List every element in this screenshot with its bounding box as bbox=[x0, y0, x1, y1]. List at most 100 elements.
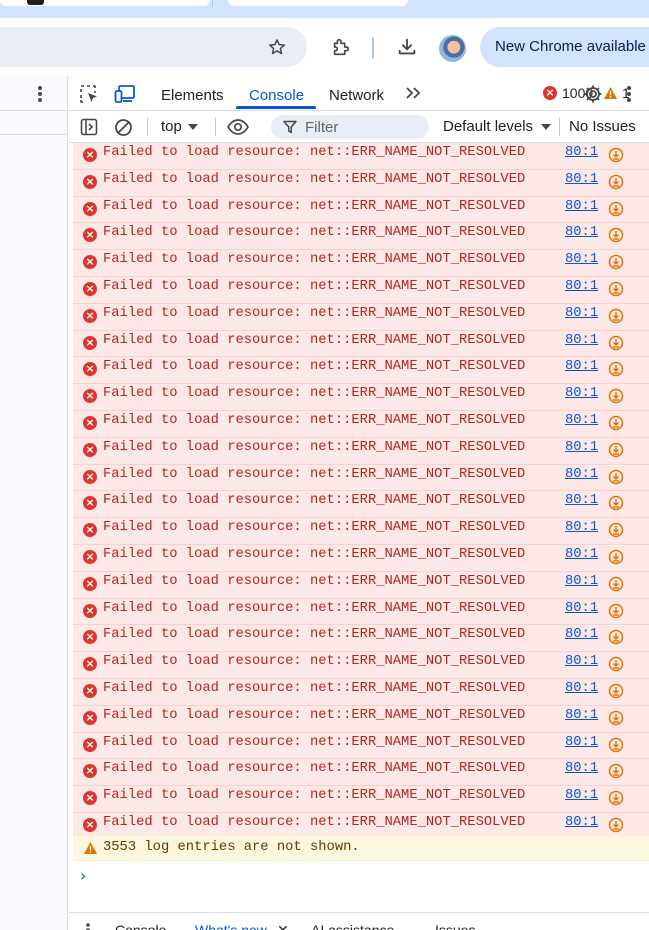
log-row[interactable]: × Failed to load resource: net::ERR_NAME_… bbox=[73, 223, 649, 251]
ai-insights-icon[interactable] bbox=[608, 147, 624, 163]
log-row[interactable]: × Failed to load resource: net::ERR_NAME_… bbox=[73, 571, 649, 599]
extensions-icon[interactable] bbox=[325, 31, 357, 63]
drawer-tab-console[interactable]: Console bbox=[115, 922, 166, 930]
log-row[interactable]: × Failed to load resource: net::ERR_NAME_… bbox=[73, 678, 649, 706]
ai-insights-icon[interactable] bbox=[608, 629, 624, 645]
source-link[interactable]: 80:1 bbox=[565, 279, 598, 294]
source-link[interactable]: 80:1 bbox=[565, 359, 598, 374]
ai-insights-icon[interactable] bbox=[608, 790, 624, 806]
log-row[interactable]: × Failed to load resource: net::ERR_NAME_… bbox=[73, 544, 649, 572]
ai-insights-icon[interactable] bbox=[608, 737, 624, 753]
more-tabs-chevron-icon[interactable] bbox=[402, 83, 424, 103]
live-expression-eye-icon[interactable] bbox=[226, 117, 250, 137]
settings-gear-icon[interactable] bbox=[581, 83, 605, 105]
ai-insights-icon[interactable] bbox=[608, 817, 624, 833]
filter-input[interactable]: Filter bbox=[271, 115, 429, 139]
source-link[interactable]: 80:1 bbox=[565, 627, 598, 642]
device-toolbar-icon[interactable] bbox=[113, 83, 137, 105]
drawer-menu-icon[interactable] bbox=[85, 923, 91, 930]
ai-insights-icon[interactable] bbox=[608, 469, 624, 485]
source-link[interactable]: 80:1 bbox=[565, 172, 598, 187]
source-link[interactable]: 80:1 bbox=[565, 306, 598, 321]
log-row[interactable]: × Failed to load resource: net::ERR_NAME_… bbox=[73, 518, 649, 545]
source-link[interactable]: 80:1 bbox=[565, 708, 598, 723]
star-icon[interactable] bbox=[261, 31, 293, 63]
ai-insights-icon[interactable] bbox=[608, 576, 624, 592]
console-prompt-chevron-icon[interactable]: › bbox=[80, 866, 86, 885]
issues-button[interactable]: No Issues bbox=[569, 118, 636, 135]
source-link[interactable]: 80:1 bbox=[565, 654, 598, 669]
ai-insights-icon[interactable] bbox=[608, 227, 624, 243]
ai-insights-icon[interactable] bbox=[608, 763, 624, 779]
log-row[interactable]: × Failed to load resource: net::ERR_NAME_… bbox=[73, 759, 649, 787]
log-row[interactable]: × Failed to load resource: net::ERR_NAME_… bbox=[73, 410, 649, 438]
new-chrome-available-button[interactable]: New Chrome available bbox=[480, 27, 649, 67]
log-row[interactable]: × Failed to load resource: net::ERR_NAME_… bbox=[73, 143, 649, 170]
source-link[interactable]: 80:1 bbox=[565, 788, 598, 803]
browser-tab[interactable] bbox=[228, 0, 408, 6]
ai-insights-icon[interactable] bbox=[608, 549, 624, 565]
source-link[interactable]: 80:1 bbox=[565, 520, 598, 535]
tab-console[interactable]: Console bbox=[249, 87, 304, 104]
log-row[interactable]: × Failed to load resource: net::ERR_NAME_… bbox=[73, 464, 649, 492]
source-link[interactable]: 80:1 bbox=[565, 252, 598, 267]
source-link[interactable]: 80:1 bbox=[565, 681, 598, 696]
log-row[interactable]: × Failed to load resource: net::ERR_NAME_… bbox=[73, 169, 649, 197]
source-link[interactable]: 80:1 bbox=[565, 574, 598, 589]
drawer-close-icon[interactable]: ✕ bbox=[277, 922, 289, 930]
log-row[interactable]: × Failed to load resource: net::ERR_NAME_… bbox=[73, 357, 649, 385]
log-row[interactable]: × Failed to load resource: net::ERR_NAME_… bbox=[73, 652, 649, 679]
ai-insights-icon[interactable] bbox=[608, 603, 624, 619]
source-link[interactable]: 80:1 bbox=[565, 735, 598, 750]
log-row[interactable]: × Failed to load resource: net::ERR_NAME_… bbox=[73, 276, 649, 304]
log-row[interactable]: × Failed to load resource: net::ERR_NAME_… bbox=[73, 437, 649, 465]
log-row[interactable]: × Failed to load resource: net::ERR_NAME_… bbox=[73, 384, 649, 411]
ai-insights-icon[interactable] bbox=[608, 495, 624, 511]
ai-insights-icon[interactable] bbox=[608, 442, 624, 458]
ai-insights-icon[interactable] bbox=[608, 335, 624, 351]
source-link[interactable]: 80:1 bbox=[565, 413, 598, 428]
drawer-tab-issues[interactable]: Issues bbox=[435, 922, 475, 930]
log-row[interactable]: × Failed to load resource: net::ERR_NAME_… bbox=[73, 598, 649, 626]
log-row[interactable]: × Failed to load resource: net::ERR_NAME_… bbox=[73, 196, 649, 224]
ai-insights-icon[interactable] bbox=[608, 522, 624, 538]
source-link[interactable]: 80:1 bbox=[565, 493, 598, 508]
log-row[interactable]: × Failed to load resource: net::ERR_NAME_… bbox=[73, 705, 649, 733]
log-row[interactable]: × Failed to load resource: net::ERR_NAME_… bbox=[73, 330, 649, 358]
tab-elements[interactable]: Elements bbox=[161, 87, 224, 104]
inspect-element-icon[interactable] bbox=[78, 83, 100, 105]
context-selector[interactable]: top bbox=[161, 118, 198, 135]
source-link[interactable]: 80:1 bbox=[565, 440, 598, 455]
ai-insights-icon[interactable] bbox=[608, 656, 624, 672]
ai-insights-icon[interactable] bbox=[608, 254, 624, 270]
log-levels-dropdown[interactable]: Default levels bbox=[443, 118, 552, 135]
log-row[interactable]: × Failed to load resource: net::ERR_NAME_… bbox=[73, 732, 649, 760]
source-link[interactable]: 80:1 bbox=[565, 467, 598, 482]
sidebar-toggle-icon[interactable] bbox=[79, 117, 99, 137]
clear-console-icon[interactable] bbox=[113, 117, 133, 137]
source-link[interactable]: 80:1 bbox=[565, 333, 598, 348]
ai-insights-icon[interactable] bbox=[608, 281, 624, 297]
log-row[interactable]: × Failed to load resource: net::ERR_NAME_… bbox=[73, 491, 649, 519]
log-row[interactable]: × Failed to load resource: net::ERR_NAME_… bbox=[73, 625, 649, 653]
source-link[interactable]: 80:1 bbox=[565, 386, 598, 401]
source-link[interactable]: 80:1 bbox=[565, 225, 598, 240]
profile-avatar[interactable] bbox=[439, 35, 466, 62]
source-link[interactable]: 80:1 bbox=[565, 815, 598, 830]
drawer-tab-ai-assistance[interactable]: AI assistance bbox=[311, 922, 394, 930]
devtools-menu-icon[interactable] bbox=[619, 84, 639, 104]
download-icon[interactable] bbox=[391, 31, 423, 63]
more-options-icon[interactable] bbox=[30, 84, 50, 104]
ai-insights-icon[interactable] bbox=[608, 710, 624, 726]
log-row[interactable]: × Failed to load resource: net::ERR_NAME_… bbox=[73, 303, 649, 331]
ai-insights-icon[interactable] bbox=[608, 308, 624, 324]
ai-insights-icon[interactable] bbox=[608, 388, 624, 404]
ai-insights-icon[interactable] bbox=[608, 174, 624, 190]
ai-insights-icon[interactable] bbox=[608, 415, 624, 431]
log-row[interactable]: × Failed to load resource: net::ERR_NAME_… bbox=[73, 250, 649, 277]
ai-insights-icon[interactable] bbox=[608, 201, 624, 217]
source-link[interactable]: 80:1 bbox=[565, 547, 598, 562]
tab-network[interactable]: Network bbox=[329, 87, 384, 104]
ai-insights-icon[interactable] bbox=[608, 683, 624, 699]
source-link[interactable]: 80:1 bbox=[565, 145, 598, 160]
